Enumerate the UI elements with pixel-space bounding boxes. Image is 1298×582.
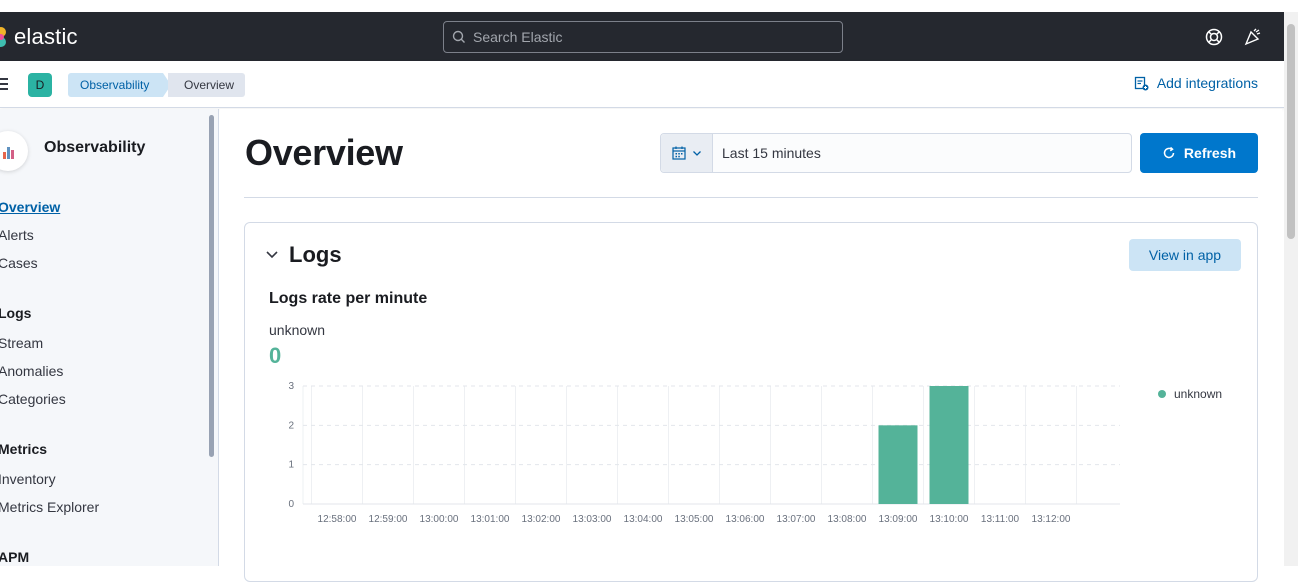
date-picker[interactable]: Last 15 minutes (660, 133, 1132, 173)
browser-strip (0, 0, 1298, 12)
x-tick-label: 13:12:00 (1032, 514, 1071, 525)
page-scrollbar[interactable] (1284, 12, 1298, 566)
main-content: Overview Last 15 minutes Refresh Logs Vi… (220, 109, 1282, 582)
add-integrations-label: Add integrations (1156, 75, 1258, 91)
y-tick-label: 3 (288, 381, 294, 392)
breadcrumb-observability[interactable]: Observability (68, 73, 172, 97)
stat-label: unknown (269, 322, 326, 338)
x-tick-label: 13:08:00 (828, 514, 867, 525)
x-tick-label: 13:05:00 (675, 514, 714, 525)
x-tick-label: 12:58:00 (318, 514, 357, 525)
observability-icon (3, 147, 14, 159)
breadcrumb-overview: Overview (168, 73, 246, 97)
chevron-down-icon (692, 151, 701, 156)
chart-title: Logs rate per minute (269, 290, 428, 307)
sidebar-item-anomalies[interactable]: Anomalies (0, 363, 63, 379)
refresh-button[interactable]: Refresh (1140, 133, 1258, 173)
space-avatar[interactable]: D (28, 73, 52, 97)
refresh-icon (1163, 146, 1175, 159)
x-tick-label: 13:00:00 (420, 514, 459, 525)
add-integrations-link[interactable]: Add integrations (1134, 75, 1258, 91)
x-tick-label: 13:01:00 (471, 514, 510, 525)
chart-bar (929, 386, 969, 504)
sidebar-item-cases[interactable]: Cases (0, 255, 38, 271)
page-scrollbar-thumb[interactable] (1287, 24, 1295, 239)
menu-toggle-icon[interactable] (0, 78, 8, 90)
x-tick-label: 13:04:00 (624, 514, 663, 525)
sidebar-item-overview[interactable]: Overview (0, 199, 60, 215)
chevron-down-icon[interactable] (265, 247, 279, 261)
logs-panel: Logs View in app Logs rate per minute un… (244, 222, 1258, 582)
calendar-icon (671, 146, 686, 160)
x-tick-label: 13:11:00 (981, 514, 1020, 525)
sidebar-item-stream[interactable]: Stream (0, 335, 43, 351)
x-tick-label: 13:10:00 (930, 514, 969, 525)
search-icon (452, 30, 465, 43)
panel-title[interactable]: Logs (289, 242, 342, 268)
side-nav: Observability Overview Alerts Cases Logs… (0, 109, 219, 566)
logs-rate-chart: 0 1 2 3 12:58:00 12:59:00 13:00:00 13:01:00 13:0… (288, 381, 1120, 525)
observability-logo (0, 131, 28, 171)
date-range-value[interactable]: Last 15 minutes (713, 134, 821, 172)
y-tick-label: 2 (288, 420, 294, 431)
help-icon[interactable] (1204, 27, 1224, 47)
breadcrumb-bar: D Observability Overview Add integration… (0, 61, 1298, 108)
sidebar-group-metrics: Metrics (0, 441, 48, 457)
top-header: elastic Search Elastic (0, 12, 1298, 61)
x-tick-label: 13:03:00 (573, 514, 612, 525)
sidebar-item-metrics-explorer[interactable]: Metrics Explorer (0, 499, 99, 515)
quick-select-button[interactable] (661, 134, 713, 172)
legend-label: unknown (1174, 387, 1223, 401)
elastic-logo-icon (0, 27, 6, 47)
sidebar-group-logs: Logs (0, 305, 32, 321)
x-tick-label: 12:59:00 (369, 514, 408, 525)
y-tick-label: 0 (288, 499, 294, 510)
search-placeholder: Search Elastic (473, 29, 563, 45)
elastic-logo[interactable]: elastic (0, 24, 78, 50)
refresh-label: Refresh (1183, 145, 1237, 161)
search-input[interactable]: Search Elastic (443, 21, 843, 53)
sidebar-scrollbar[interactable] (209, 115, 214, 457)
chart-bar (878, 425, 918, 504)
view-in-app-button[interactable]: View in app (1129, 239, 1241, 271)
sidebar-item-categories[interactable]: Categories (0, 391, 66, 407)
sidebar-title: Observability (44, 139, 146, 156)
header-divider (244, 197, 1258, 198)
x-tick-label: 13:09:00 (879, 514, 918, 525)
sidebar-group-apm: APM (0, 549, 30, 565)
x-tick-label: 13:02:00 (522, 514, 561, 525)
newsfeed-icon[interactable] (1243, 27, 1263, 47)
y-tick-label: 1 (288, 460, 294, 471)
sidebar-item-alerts[interactable]: Alerts (0, 227, 34, 243)
sidebar-item-inventory[interactable]: Inventory (0, 471, 56, 487)
page-title: Overview (245, 132, 403, 173)
logo-text: elastic (14, 24, 78, 49)
chart-legend[interactable]: unknown (1158, 387, 1222, 401)
integrations-icon (1134, 76, 1149, 90)
x-tick-label: 13:06:00 (726, 514, 765, 525)
stat-value: 0 (269, 343, 282, 368)
x-tick-label: 13:07:00 (777, 514, 816, 525)
legend-swatch (1158, 390, 1166, 398)
